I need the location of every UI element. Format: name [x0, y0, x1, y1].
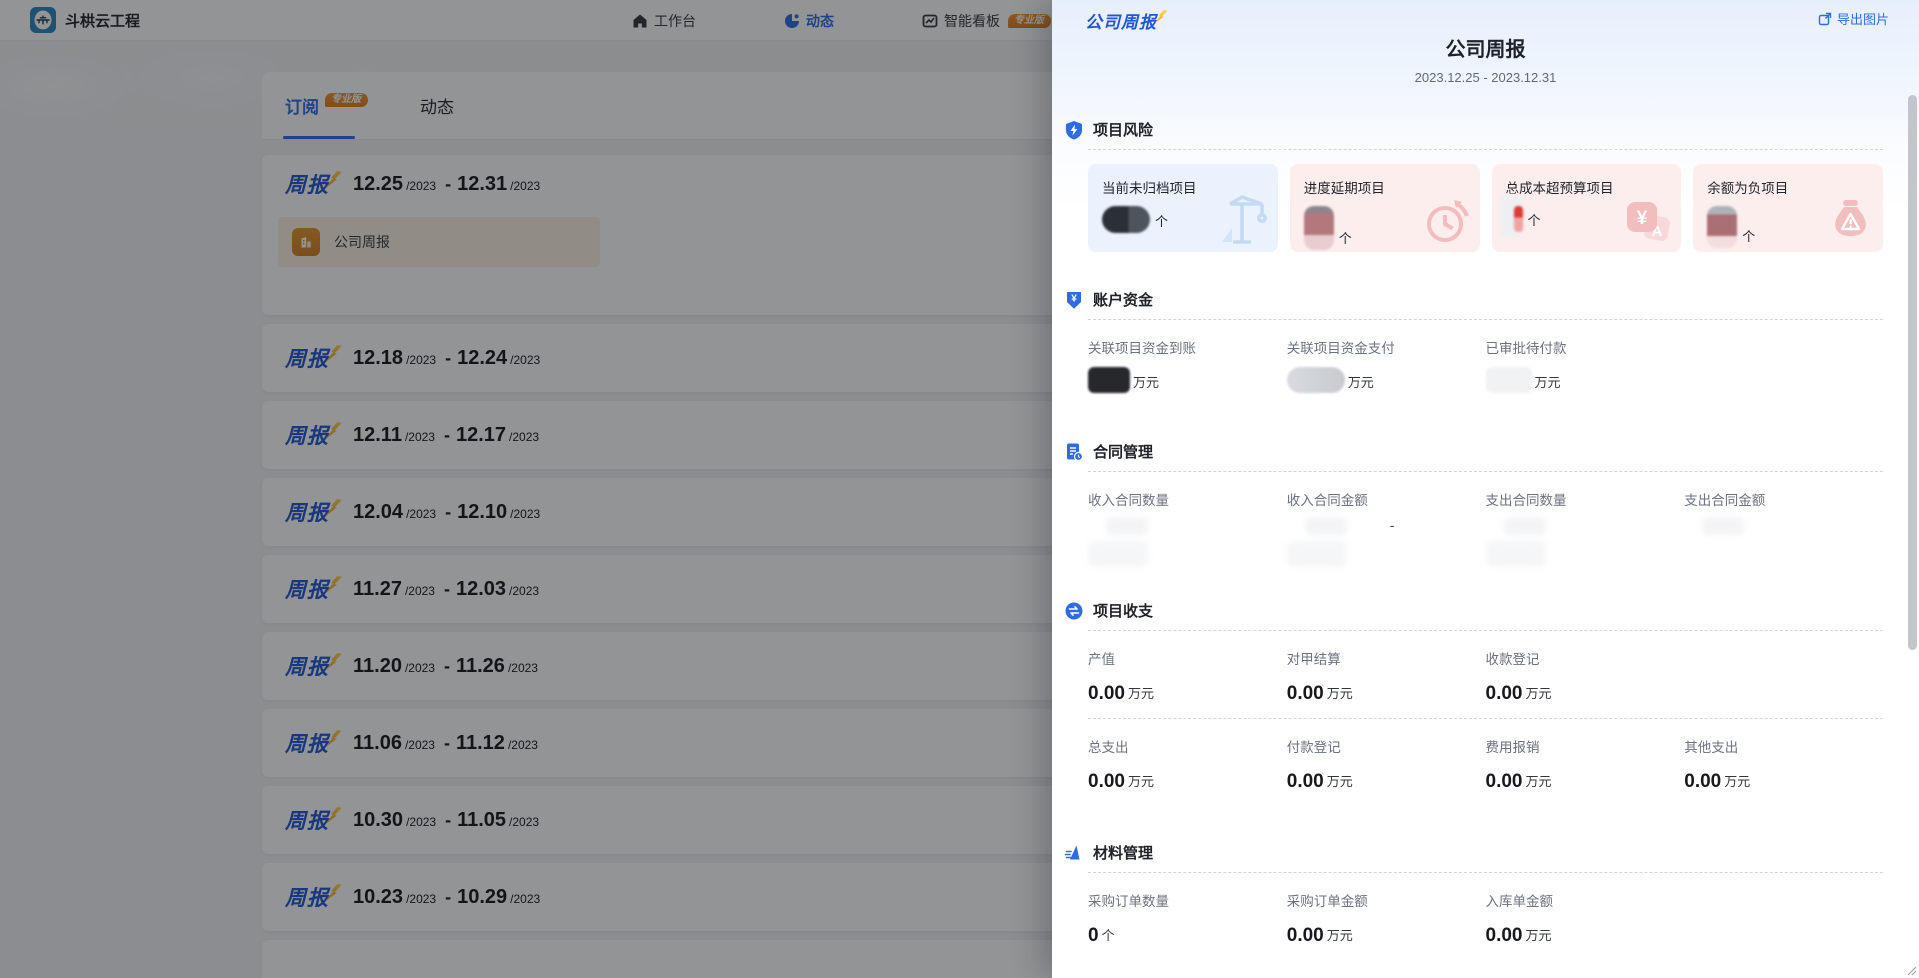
stat-label: 采购订单金额 [1287, 890, 1486, 910]
redacted-value [1707, 206, 1737, 248]
risk-card-unarchived: 当前未归档项目 个 [1088, 164, 1278, 252]
redacted-value [1486, 541, 1546, 567]
redacted-value [1088, 541, 1148, 567]
stat-label: 已审批待付款 [1486, 337, 1685, 357]
balance-row1-labels: 产值 对甲结算 收款登记 [1088, 648, 1883, 668]
redacted-value [1514, 206, 1523, 232]
section-heading: 项目收支 [1093, 600, 1153, 621]
stat-label: 费用报销 [1486, 736, 1685, 756]
dashed-divider [1088, 319, 1883, 320]
balance-row1-values: 0.00万元 0.00万元 0.00万元 [1088, 676, 1883, 704]
drawer-date-range: 2023.12.25 - 2023.12.31 [1088, 70, 1883, 85]
section-heading: 材料管理 [1093, 842, 1153, 863]
stat-label: 对甲结算 [1287, 648, 1486, 668]
funds-values: 万元 万元 万元 [1088, 365, 1883, 393]
svg-text:¥: ¥ [1071, 293, 1077, 304]
balance-row2-labels: 总支出 付款登记 费用报销 其他支出 [1088, 736, 1883, 756]
drawer-title: 公司周报 [1088, 0, 1883, 62]
risk-card-grid: 当前未归档项目 个 进度延期项目 个 [1088, 164, 1883, 252]
shield-bolt-icon [1064, 120, 1084, 140]
funds-labels: 关联项目资金到账 关联项目资金支付 已审批待付款 [1088, 337, 1883, 357]
dashed-divider [1088, 471, 1883, 472]
risk-card-negative-balance: 余额为负项目 个 [1693, 164, 1883, 252]
redacted-value [1106, 517, 1148, 535]
redacted-value [1486, 367, 1532, 393]
section-material-management: 材料管理 采购订单数量 采购订单金额 入库单金额 0个 0.00万元 0.00万… [1088, 842, 1883, 946]
section-heading: 项目风险 [1093, 119, 1153, 140]
stat-label: 付款登记 [1287, 736, 1486, 756]
dashed-divider [1088, 718, 1883, 719]
drawer-scrollbar-thumb[interactable] [1908, 95, 1917, 650]
material-labels: 采购订单数量 采购订单金额 入库单金额 [1088, 890, 1883, 910]
dashed-divider [1088, 872, 1883, 873]
contract-labels: 收入合同数量 收入合同金额 支出合同数量 支出合同金额 [1088, 489, 1883, 509]
material-values: 0个 0.00万元 0.00万元 [1088, 918, 1883, 946]
material-pile-icon [1064, 843, 1084, 863]
redacted-value [1287, 541, 1347, 567]
redacted-value [1287, 367, 1345, 393]
stat-label: 采购订单数量 [1088, 890, 1287, 910]
risk-card-delayed: 进度延期项目 个 [1290, 164, 1480, 252]
weekly-report-drawer: 公司周报 导出图片 公司周报 2023.12.25 - 2023.12.31 项… [1052, 0, 1919, 978]
contract-doc-icon [1064, 442, 1084, 462]
stat-label: 支出合同数量 [1486, 489, 1685, 509]
section-contract-management: 合同管理 收入合同数量 收入合同金额 支出合同数量 支出合同金额 - [1088, 441, 1883, 569]
dashed-divider [1088, 149, 1883, 150]
stat-label: 关联项目资金到账 [1088, 337, 1287, 357]
section-heading: 合同管理 [1093, 441, 1153, 462]
stat-label: 总支出 [1088, 736, 1287, 756]
section-project-balance: 项目收支 产值 对甲结算 收款登记 0.00万元 0.00万元 0.00万元 总… [1088, 600, 1883, 792]
stat-label: 收入合同金额 [1287, 489, 1486, 509]
redacted-value [1304, 206, 1334, 250]
funds-tag-icon: ¥ [1064, 290, 1084, 310]
section-heading: 账户资金 [1093, 289, 1153, 310]
stat-label: 收款登记 [1486, 648, 1685, 668]
stat-label: 关联项目资金支付 [1287, 337, 1486, 357]
contract-values: - [1088, 517, 1883, 569]
balance-row2-values: 0.00万元 0.00万元 0.00万元 0.00万元 [1088, 764, 1883, 792]
stat-label: 支出合同金额 [1684, 489, 1883, 509]
risk-card-over-budget: 总成本超预算项目 个 A ¥ [1492, 164, 1682, 252]
section-project-risk: 项目风险 当前未归档项目 个 进 [1088, 119, 1883, 252]
redacted-value [1504, 517, 1546, 535]
redacted-value [1102, 206, 1150, 233]
redacted-value [1305, 517, 1347, 535]
redacted-value [1088, 367, 1130, 393]
stat-label: 入库单金额 [1486, 890, 1685, 910]
stat-label: 产值 [1088, 648, 1287, 668]
stat-label: 其他支出 [1684, 736, 1883, 756]
exchange-icon [1064, 601, 1084, 621]
dashed-divider [1088, 630, 1883, 631]
redacted-value [1702, 517, 1744, 535]
stat-label: 收入合同数量 [1088, 489, 1287, 509]
resize-corner-icon [1907, 966, 1917, 976]
section-account-funds: ¥ 账户资金 关联项目资金到账 关联项目资金支付 已审批待付款 万元 万元 万元 [1088, 289, 1883, 393]
